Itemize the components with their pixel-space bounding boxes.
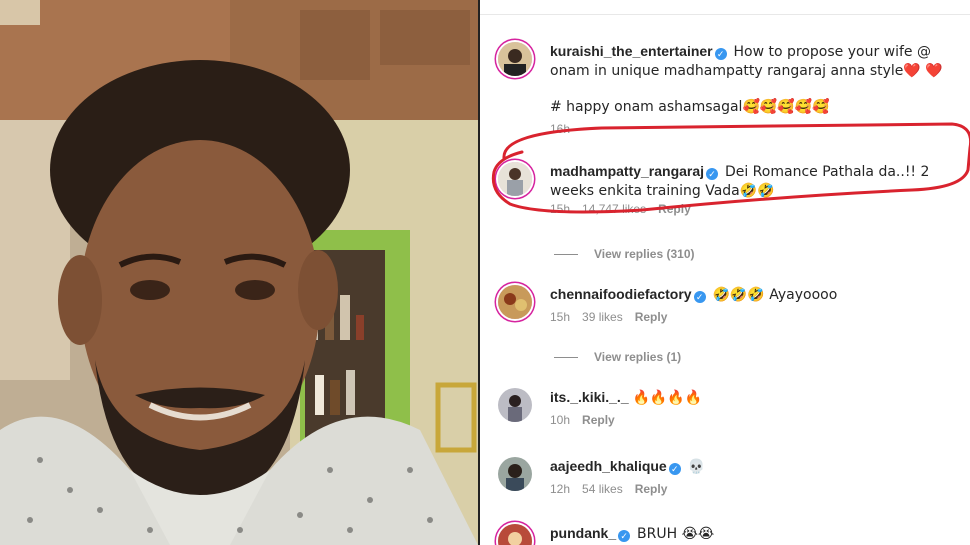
comment-time: 16h xyxy=(550,122,571,136)
panel-header-edge xyxy=(480,0,970,15)
video-frame xyxy=(0,0,478,545)
comment-likes[interactable]: 39 likes xyxy=(582,310,623,324)
avatar[interactable] xyxy=(498,524,532,545)
comment-username[interactable]: its._.kiki._._ xyxy=(550,389,629,405)
avatar[interactable] xyxy=(498,457,532,491)
comment-body: BRUH 😭😭 xyxy=(637,526,715,542)
comment-username[interactable]: pundank_ xyxy=(550,525,616,541)
view-replies-label: View replies (310) xyxy=(594,247,695,261)
comment-time: 15h xyxy=(550,202,571,216)
verified-badge-icon: ✓ xyxy=(668,463,681,475)
reply-button[interactable]: Reply xyxy=(658,202,691,216)
comment-text: aajeedh_khalique ✓ 💀 xyxy=(550,457,964,476)
comment-text: chennaifoodiefactory ✓ 🤣🤣🤣 Ayayoooo xyxy=(550,285,964,304)
comment-text: pundank_ ✓ BRUH 😭😭 xyxy=(550,524,964,543)
comment-username[interactable]: aajeedh_khalique xyxy=(550,458,667,474)
comment-body: 🔥🔥🔥🔥 xyxy=(632,390,703,406)
reply-button[interactable]: Reply xyxy=(635,310,668,324)
verified-badge-icon: ✓ xyxy=(693,291,706,303)
avatar[interactable] xyxy=(498,162,532,196)
view-replies-button[interactable]: View replies (310) xyxy=(554,247,695,261)
avatar[interactable] xyxy=(498,388,532,422)
comments-panel[interactable]: kuraishi_the_entertainer ✓ How to propose… xyxy=(478,0,970,545)
comment-likes[interactable]: 14,747 likes xyxy=(582,202,646,216)
comment-likes[interactable]: 54 likes xyxy=(582,482,623,496)
comment-body: 🤣🤣🤣 Ayayoooo xyxy=(712,287,838,303)
view-replies-button[interactable]: View replies (1) xyxy=(554,350,681,364)
verified-badge-icon: ✓ xyxy=(706,168,719,180)
reply-button[interactable]: Reply xyxy=(635,482,668,496)
verified-badge-icon: ✓ xyxy=(618,530,631,542)
person-photo xyxy=(0,0,478,545)
comment-meta: 12h 54 likes Reply xyxy=(550,482,964,496)
comment-meta: 10h Reply xyxy=(550,413,964,427)
comment-body: 💀 xyxy=(687,459,706,475)
comment-time: 10h xyxy=(550,413,571,427)
comment-meta: 15h 39 likes Reply xyxy=(550,310,964,324)
verified-badge-icon: ✓ xyxy=(714,48,727,60)
comment-username[interactable]: kuraishi_the_entertainer xyxy=(550,43,713,59)
view-replies-label: View replies (1) xyxy=(594,350,682,364)
comment-text: kuraishi_the_entertainer ✓ How to propose… xyxy=(550,42,964,80)
comment-body-line2: # happy onam ashamsagal🥰🥰🥰🥰🥰 xyxy=(550,99,830,115)
avatar[interactable] xyxy=(498,285,532,319)
comment-meta: 15h 14,747 likes Reply xyxy=(550,202,964,216)
comment-meta: 16h xyxy=(550,122,964,136)
reply-button[interactable]: Reply xyxy=(582,413,615,427)
comment-username[interactable]: chennaifoodiefactory xyxy=(550,286,692,302)
comment-text: its._.kiki._._ 🔥🔥🔥🔥 xyxy=(550,388,964,407)
avatar[interactable] xyxy=(498,42,532,76)
comment-time: 15h xyxy=(550,310,571,324)
comment-time: 12h xyxy=(550,482,571,496)
comment-username[interactable]: madhampatty_rangaraj xyxy=(550,163,704,179)
comment-text: madhampatty_rangaraj ✓ Dei Romance Pathal… xyxy=(550,162,964,200)
